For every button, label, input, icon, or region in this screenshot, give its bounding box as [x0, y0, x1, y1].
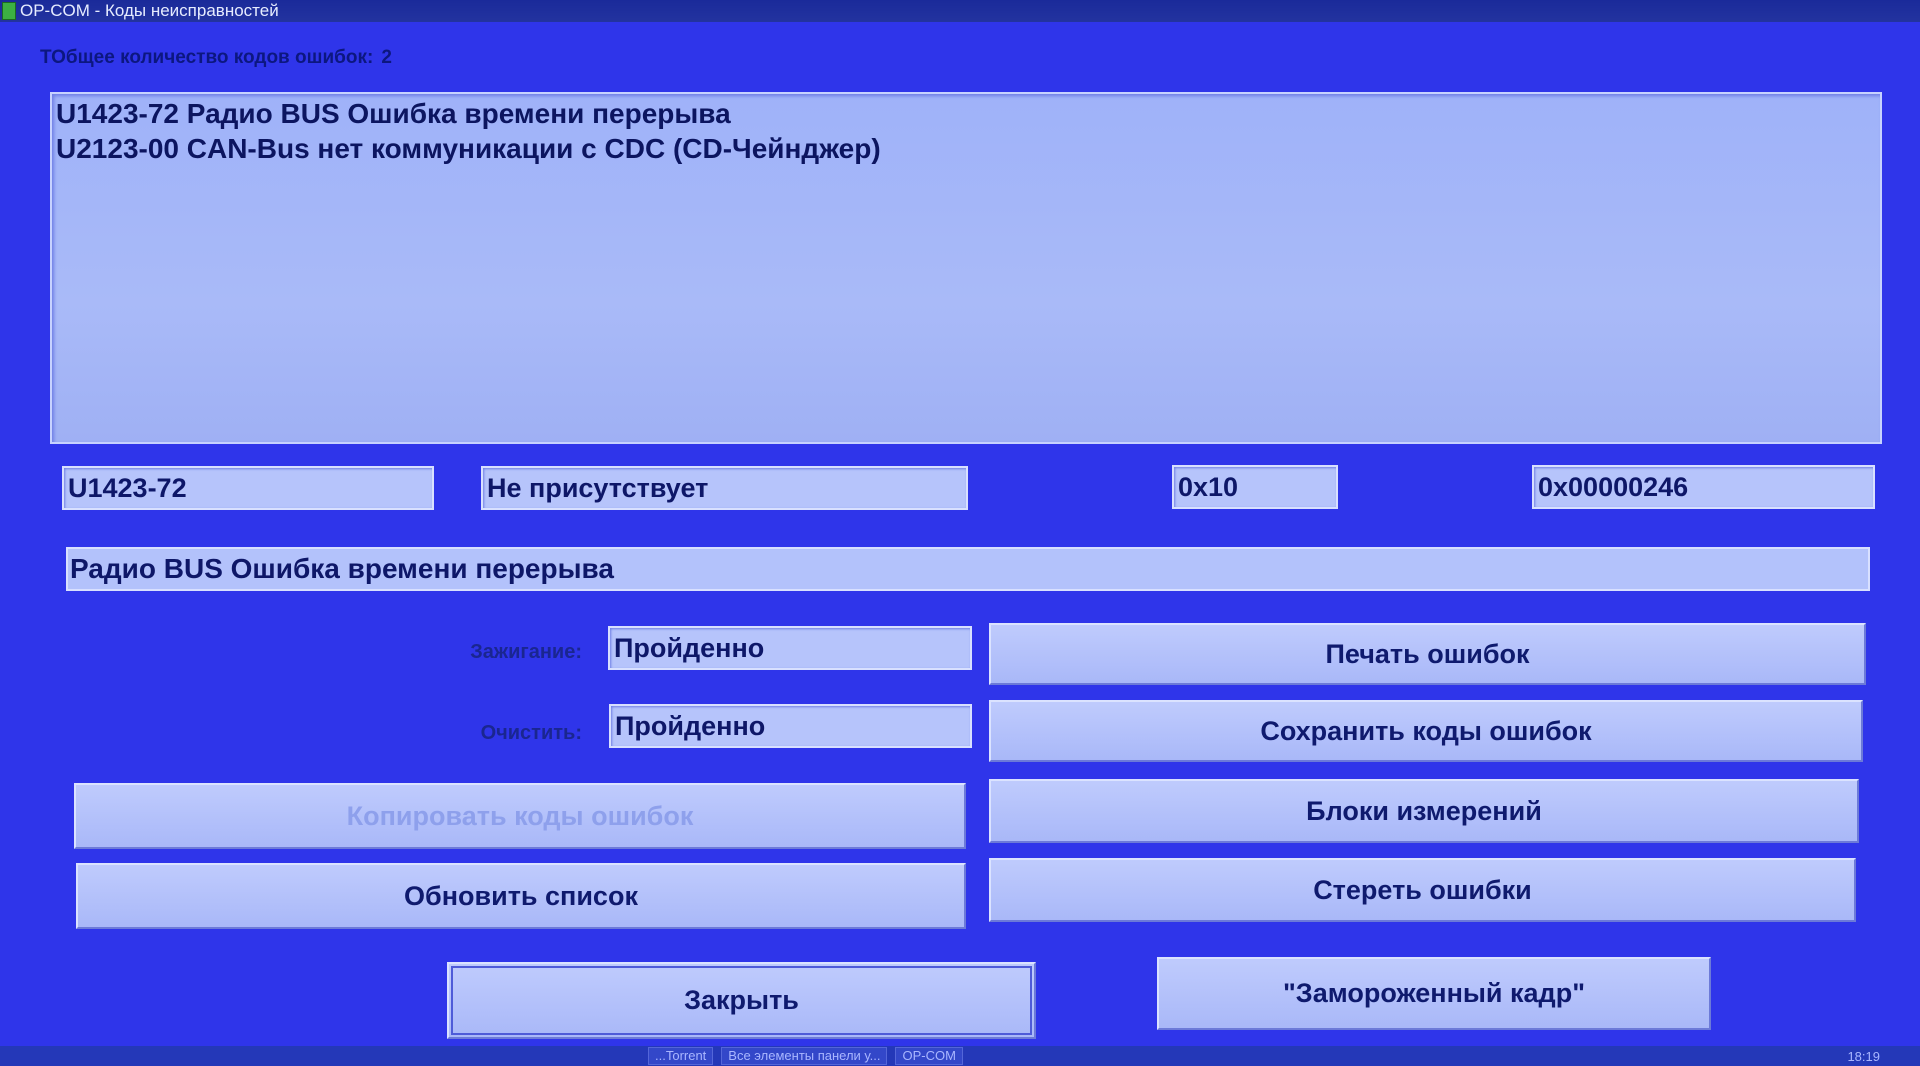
dtc-status-field: Не присутствует: [481, 466, 968, 510]
hex-address-field: 0x00000246: [1532, 465, 1875, 509]
clear-field: Пройденно: [609, 704, 972, 748]
dtc-description-field: Радио BUS Ошибка времени перерыва: [66, 547, 1870, 591]
hex-value-field: 0x10: [1172, 465, 1338, 509]
error-count-value: 2: [381, 47, 392, 68]
close-button[interactable]: Закрыть: [447, 962, 1036, 1039]
window-title: OP-COM - Коды неисправностей: [20, 1, 279, 20]
list-item[interactable]: U2123-00 CAN-Bus нет коммуникации с CDC …: [56, 131, 1876, 166]
freeze-frame-button[interactable]: "Замороженный кадр": [1157, 957, 1711, 1030]
taskbar: ...Torrent Все элементы панели у... OP-C…: [0, 1046, 1920, 1066]
taskbar-clock: 18:19: [1847, 1048, 1880, 1064]
taskbar-item-opcom[interactable]: OP-COM: [895, 1047, 963, 1065]
dtc-code-field: U1423-72: [62, 466, 434, 510]
error-count-label: ТОбщее количество кодов ошибок:: [40, 47, 374, 68]
erase-errors-button[interactable]: Стереть ошибки: [989, 858, 1856, 922]
dtc-list[interactable]: U1423-72 Радио BUS Ошибка времени переры…: [50, 92, 1882, 444]
clear-label: Очистить:: [480, 722, 582, 744]
copy-codes-button[interactable]: Копировать коды ошибок: [74, 783, 966, 849]
measurement-blocks-button[interactable]: Блоки измерений: [989, 779, 1859, 843]
ignition-field: Пройденно: [608, 626, 972, 670]
window-titlebar: OP-COM - Коды неисправностей: [0, 0, 1920, 22]
app-icon: [2, 2, 16, 20]
list-item[interactable]: U1423-72 Радио BUS Ошибка времени переры…: [56, 96, 1876, 131]
ignition-label: Зажигание:: [470, 641, 582, 663]
taskbar-item[interactable]: Все элементы панели у...: [721, 1047, 888, 1065]
taskbar-item[interactable]: ...Torrent: [648, 1047, 714, 1065]
print-errors-button[interactable]: Печать ошибок: [989, 623, 1866, 685]
save-codes-button[interactable]: Сохранить коды ошибок: [989, 700, 1863, 762]
error-count-line: ТОбщее количество кодов ошибок: 2: [40, 47, 392, 69]
refresh-list-button[interactable]: Обновить список: [76, 863, 966, 929]
